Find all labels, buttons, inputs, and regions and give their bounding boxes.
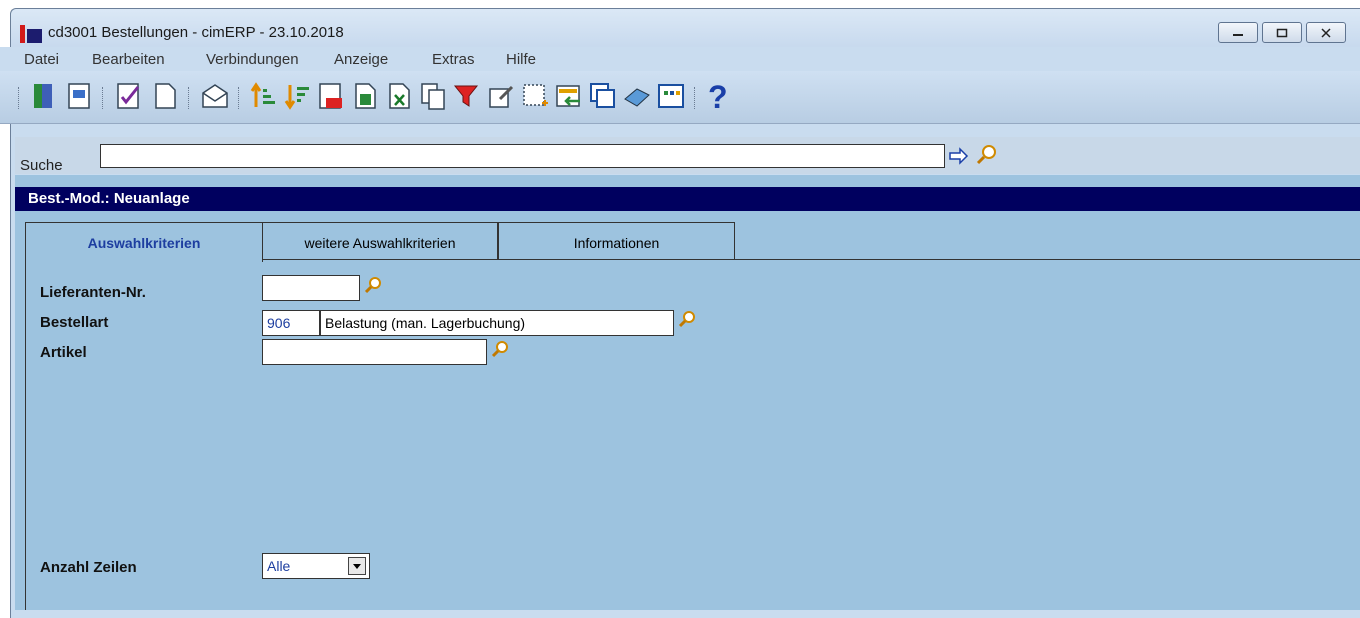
- search-input[interactable]: [100, 144, 945, 168]
- maximize-icon: [1276, 28, 1288, 37]
- mail-icon[interactable]: [200, 81, 230, 111]
- menu-anzeige[interactable]: Anzeige: [334, 51, 388, 68]
- window-title: cd3001 Bestellungen - cimERP - 23.10.201…: [48, 24, 344, 41]
- help-icon[interactable]: ?: [702, 81, 732, 111]
- menu-verbindungen[interactable]: Verbindungen: [206, 51, 299, 68]
- toolbar-separator: [102, 87, 106, 109]
- copy-icon[interactable]: [418, 81, 448, 111]
- sort-descending-icon[interactable]: [282, 81, 312, 111]
- grid-view-icon[interactable]: [656, 81, 686, 111]
- maximize-button[interactable]: [1262, 22, 1302, 43]
- search-label: Suche: [20, 157, 63, 174]
- bestellart-lookup-icon[interactable]: [678, 310, 696, 328]
- exit-door-icon[interactable]: [30, 81, 60, 111]
- numbered-list-icon[interactable]: [316, 81, 346, 111]
- window-controls: [1214, 22, 1346, 43]
- windows-icon[interactable]: [588, 81, 618, 111]
- chevron-down-icon[interactable]: [348, 557, 366, 575]
- menu-hilfe[interactable]: Hilfe: [506, 51, 536, 68]
- sort-ascending-icon[interactable]: [248, 81, 278, 111]
- search-icon[interactable]: [975, 144, 997, 166]
- close-button[interactable]: [1306, 22, 1346, 43]
- excel-icon[interactable]: [384, 81, 414, 111]
- edit-checklist-icon[interactable]: [114, 81, 144, 111]
- bestellart-description: Belastung (man. Lagerbuchung): [320, 310, 674, 336]
- minimize-icon: [1233, 33, 1243, 36]
- menu-extras[interactable]: Extras: [432, 51, 475, 68]
- tab-auswahlkriterien[interactable]: Auswahlkriterien: [25, 222, 263, 262]
- toolbar-separator: [188, 87, 192, 109]
- anzahl-zeilen-select[interactable]: Alle: [262, 553, 370, 579]
- import-list-icon[interactable]: [554, 81, 584, 111]
- export-icon[interactable]: [350, 81, 380, 111]
- artikel-lookup-icon[interactable]: [491, 340, 509, 358]
- lieferant-label: Lieferanten-Nr.: [40, 284, 146, 301]
- menu-bearbeiten[interactable]: Bearbeiten: [92, 51, 165, 68]
- lieferant-lookup-icon[interactable]: [364, 276, 382, 294]
- bestellart-label: Bestellart: [40, 314, 109, 331]
- tab-weitere-auswahlkriterien[interactable]: weitere Auswahlkriterien: [262, 222, 498, 260]
- tab-label: Informationen: [573, 235, 660, 251]
- close-icon: [1321, 27, 1331, 38]
- artikel-input[interactable]: [262, 339, 487, 365]
- settings-tools-icon[interactable]: [486, 81, 516, 111]
- svg-text:?: ?: [708, 81, 728, 111]
- toolbar-separator: [18, 87, 22, 109]
- book-icon[interactable]: [622, 81, 652, 111]
- mode-banner-text: Best.-Mod.: Neuanlage: [28, 190, 190, 207]
- add-selection-icon[interactable]: [520, 81, 550, 111]
- anzahl-zeilen-label: Anzahl Zeilen: [40, 559, 137, 576]
- toolbar-separator: [694, 87, 698, 109]
- select-value: Alle: [267, 558, 291, 574]
- bestellart-code-input[interactable]: 906: [262, 310, 320, 336]
- artikel-label: Artikel: [40, 344, 87, 361]
- tab-informationen[interactable]: Informationen: [498, 222, 735, 260]
- tab-label: weitere Auswahlkriterien: [304, 235, 456, 251]
- form-view-icon[interactable]: [64, 81, 94, 111]
- arrow-right-icon[interactable]: [949, 147, 969, 165]
- menu-datei[interactable]: Datei: [24, 51, 59, 68]
- minimize-button[interactable]: [1218, 22, 1258, 43]
- app-logo-icon: [20, 25, 42, 43]
- filter-icon[interactable]: [452, 81, 482, 111]
- toolbar: ?: [0, 71, 1360, 124]
- tab-label: Auswahlkriterien: [87, 235, 201, 251]
- lieferant-input[interactable]: [262, 275, 360, 301]
- new-document-icon[interactable]: [150, 81, 180, 111]
- menu-bar: Datei Bearbeiten Verbindungen Anzeige Ex…: [0, 47, 1360, 71]
- mode-banner: Best.-Mod.: Neuanlage: [15, 187, 1360, 211]
- toolbar-separator: [238, 87, 242, 109]
